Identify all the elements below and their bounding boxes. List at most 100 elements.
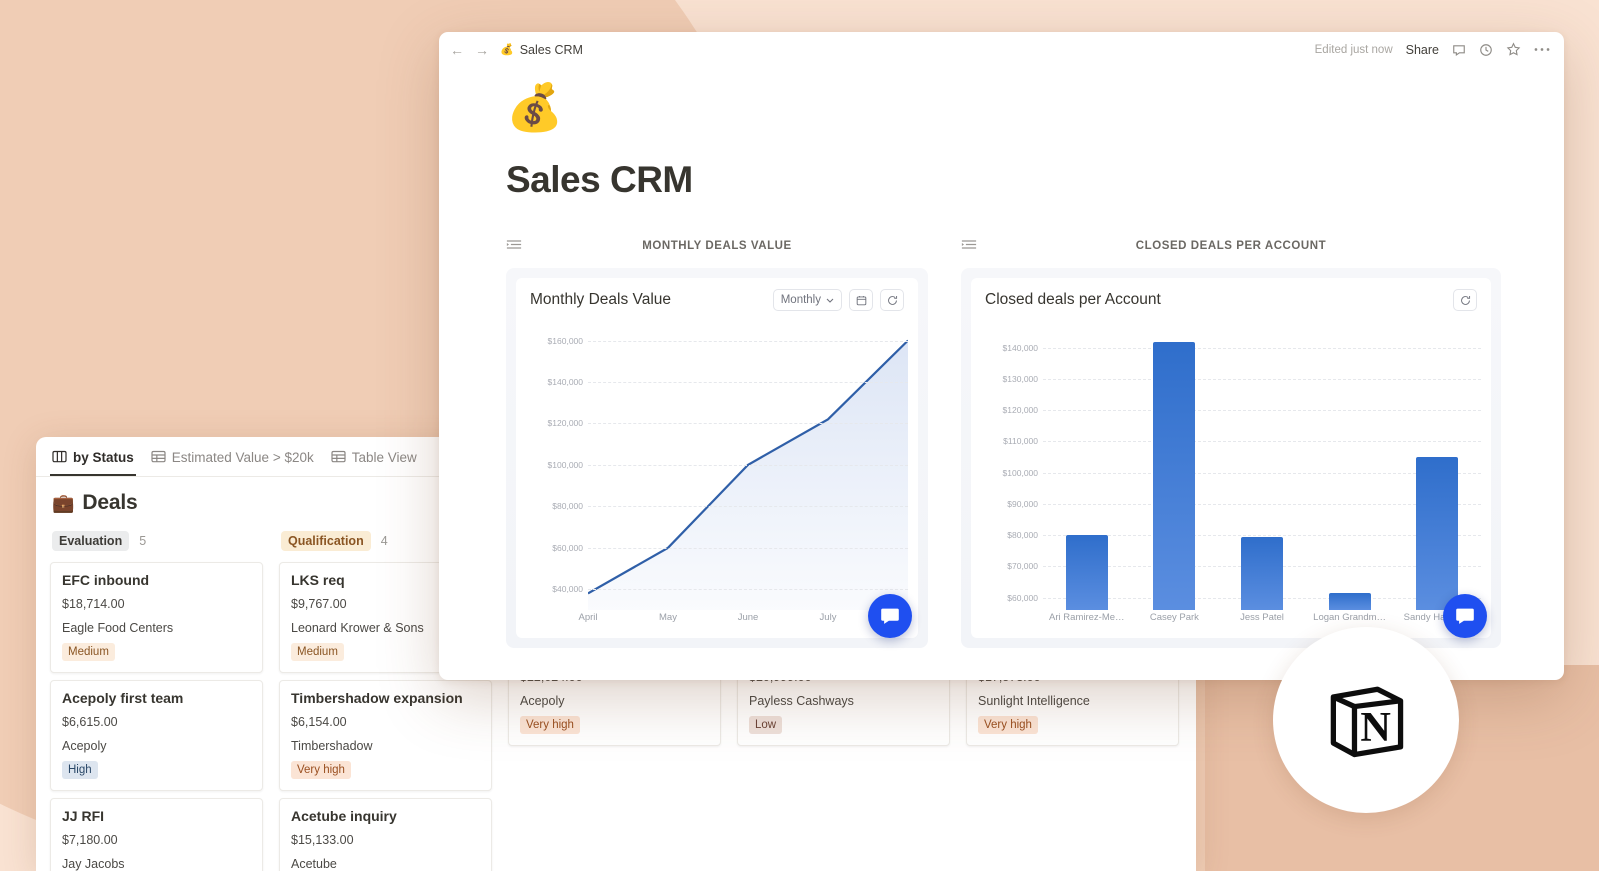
block-header: CLOSED DEALS PER ACCOUNT [961,235,1501,257]
x-tick-label: May [659,612,677,623]
refresh-icon[interactable] [880,289,904,311]
edited-status: Edited just now [1314,43,1393,56]
x-axis-labels: April May June July [578,612,908,632]
x-tick-label: Logan Grandm… [1313,612,1387,623]
tab-label: Estimated Value > $20k [171,450,314,465]
calendar-icon[interactable] [849,289,873,311]
y-tick-label: $60,000 [1007,592,1038,603]
y-axis-labels: $60,000 $70,000 $80,000 $90,000 $100,000 $110… [985,326,1041,610]
breadcrumb[interactable]: 💰 Sales CRM [500,43,583,57]
table-view-icon [151,450,166,466]
priority-tag: Low [749,716,783,734]
deal-value: $15,133.00 [291,833,354,847]
column-count: 4 [380,534,388,548]
tab-estimated-value-20k[interactable]: Estimated Value > $20k [151,450,314,475]
deal-card[interactable]: EFC inbound $18,714.00 Eagle Food Center… [50,562,263,673]
y-tick-label: $80,000 [1007,530,1038,541]
deal-title: EFC inbound [62,572,150,588]
gridline [588,340,908,342]
x-tick-label: Casey Park [1149,612,1199,623]
x-tick-label: June [737,612,759,623]
share-button[interactable]: Share [1406,43,1439,57]
deal-card[interactable]: Acepoly first team $6,615.00 Acepoly Hig… [50,680,263,791]
chart-card: Closed deals per Account $60,000 $70,000 $… [961,268,1501,648]
y-tick-label: $140,000 [1002,342,1038,353]
x-axis-labels: Ari Ramirez-Me… Casey Park Jess Patel Logan… [1043,612,1481,632]
chart-title: Closed deals per Account [985,291,1161,308]
deal-value: $6,615.00 [62,715,118,729]
charts-row: MONTHLY DEALS VALUE Monthly Deals Value … [506,235,1564,648]
deal-title: Acepoly first team [62,690,184,706]
forward-arrow-icon[interactable]: → [475,43,489,57]
gridline [588,547,908,549]
deal-account: Jay Jacobs [62,857,125,871]
bar[interactable] [1240,536,1284,610]
gridline [588,423,908,425]
y-tick-label: $100,000 [547,459,583,470]
y-tick-label: $90,000 [1007,498,1038,509]
deal-value: $18,714.00 [62,597,125,611]
column-count: 5 [139,534,147,548]
period-select-value: Monthly [780,294,821,306]
page-title: Sales CRM [506,159,693,200]
y-tick-label: $70,000 [1007,561,1038,572]
chevron-down-icon [826,298,834,303]
deal-value: $6,154.00 [291,715,347,729]
y-tick-label: $160,000 [547,335,583,346]
clock-icon[interactable] [1479,43,1493,57]
kanban-column: Evaluation 5 EFC inbound $18,714.00 Eagl… [42,525,271,871]
status-badge: Evaluation [52,531,130,551]
y-tick-label: $120,000 [1002,405,1038,416]
chat-bubble-icon[interactable] [868,594,912,638]
y-tick-label: $130,000 [1002,374,1038,385]
tab-by-status[interactable]: by Status [50,450,136,476]
board-view-icon [52,450,67,466]
star-icon[interactable] [1506,42,1521,57]
deal-value: $7,180.00 [62,833,118,847]
bar[interactable] [1328,592,1371,610]
refresh-icon[interactable] [1453,289,1477,311]
back-arrow-icon[interactable]: ← [450,43,464,57]
deal-title: Timbershadow expansion [291,690,463,706]
chart-controls: Monthly [772,289,904,311]
deal-card[interactable]: Timbershadow expansion $6,154.00 Timbers… [279,680,492,791]
bar[interactable] [1065,535,1108,610]
deal-card[interactable]: JJ RFI $7,180.00 Jay Jacobs High [50,798,263,871]
chat-bubble-icon[interactable] [1443,594,1487,638]
deal-account: Acetube [291,857,337,871]
chart-card: Monthly Deals Value Monthly $40,000 $60,… [506,268,928,648]
priority-tag: Very high [291,761,351,779]
comment-icon[interactable] [1452,43,1466,57]
chart-surface: Monthly Deals Value Monthly $40,000 $60,… [516,278,918,638]
notion-logo-icon: N [1330,686,1404,758]
deal-title: Acetube inquiry [291,808,397,824]
gridlines [588,326,908,610]
priority-tag: Very high [978,716,1038,734]
plot-area: $40,000 $60,000 $80,000 $100,000 $120,000 $14… [530,326,908,632]
page-icon[interactable]: 💰 [506,84,1564,130]
chart-surface: Closed deals per Account $60,000 $70,000 $… [971,278,1491,638]
svg-text:N: N [1360,704,1391,751]
deal-account: Eagle Food Centers [62,621,174,635]
x-tick-label: Jess Patel [1240,612,1284,623]
priority-tag: Medium [62,643,115,661]
deal-account: Acepoly [62,739,107,753]
period-select[interactable]: Monthly [772,289,842,311]
deal-account: Acepoly [520,694,565,708]
tab-label: by Status [73,450,134,465]
gridline [588,506,908,508]
x-tick-label: April [578,612,598,623]
x-tick-label: Ari Ramirez-Me… [1049,612,1125,623]
tab-table-view[interactable]: Table View [331,450,417,475]
y-tick-label: $40,000 [552,584,583,595]
more-options-icon[interactable] [1534,47,1550,52]
bar[interactable] [1153,341,1196,610]
deal-account: Timbershadow [291,739,373,753]
line-series [588,326,908,610]
notion-app-window: ← → 💰 Sales CRM Edited just now Share 💰 … [439,32,1564,680]
bar[interactable] [1416,457,1459,610]
chart-controls [1453,289,1477,311]
deal-card[interactable]: Acetube inquiry $15,133.00 Acetube Mediu… [279,798,492,871]
y-tick-label: $120,000 [547,418,583,429]
deal-account: Sunlight Intelligence [978,694,1090,708]
